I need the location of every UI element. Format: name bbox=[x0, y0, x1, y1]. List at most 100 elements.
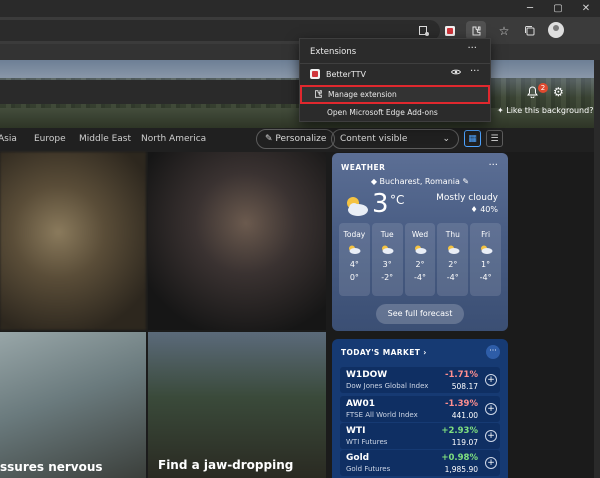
content-visibility-select[interactable]: Content visible ⌄ bbox=[331, 129, 459, 149]
day-high: 2° bbox=[415, 260, 425, 269]
forecast-day[interactable]: Tue 3° -2° bbox=[371, 223, 403, 296]
like-background-link[interactable]: ✦ Like this background? bbox=[497, 106, 593, 115]
market-symbol: W1DOW bbox=[346, 370, 388, 380]
collections-icon[interactable] bbox=[520, 21, 540, 40]
favorites-icon[interactable]: ☆ bbox=[494, 21, 514, 40]
day-name: Tue bbox=[380, 230, 394, 239]
cloud-icon bbox=[480, 245, 493, 254]
manage-extension-button[interactable]: Manage extension bbox=[300, 85, 490, 104]
extension-item-betterttv[interactable]: BetterTTV bbox=[310, 69, 366, 79]
pencil-icon: ✎ bbox=[265, 134, 276, 144]
list-view-icon[interactable]: ☰ bbox=[486, 130, 503, 147]
divider bbox=[300, 63, 490, 64]
cloud-icon bbox=[382, 245, 394, 254]
forecast-day[interactable]: Today 4° 0° bbox=[339, 223, 370, 296]
like-background-label: Like this background? bbox=[506, 106, 594, 115]
temperature-unit[interactable]: °C bbox=[390, 193, 404, 207]
cloud-icon bbox=[349, 245, 361, 254]
profile-avatar[interactable] bbox=[548, 22, 564, 38]
add-watchlist-icon[interactable]: + bbox=[485, 374, 497, 386]
extension-more-button[interactable]: ··· bbox=[470, 66, 480, 77]
maximize-button[interactable]: ▢ bbox=[544, 0, 572, 17]
news-headline[interactable]: ssures nervous bbox=[0, 460, 103, 474]
weather-label: WEATHER bbox=[341, 163, 386, 172]
market-name: Gold Futures bbox=[346, 465, 391, 473]
day-name: Thu bbox=[445, 230, 460, 239]
add-watchlist-icon[interactable]: + bbox=[485, 403, 497, 415]
market-more-button[interactable]: ··· bbox=[486, 345, 500, 359]
browser-window: ─ ▢ ✕ ☆ 2 ⚙ ✦ Like this background? Asia… bbox=[0, 0, 600, 478]
forecast-day[interactable]: Thu 2° -4° bbox=[437, 223, 469, 296]
market-price: 441.00 bbox=[451, 411, 478, 420]
news-tile[interactable] bbox=[0, 332, 146, 478]
extensions-popup: Extensions ··· BetterTTV ··· Manage exte… bbox=[299, 38, 491, 122]
market-row[interactable]: AW01 FTSE All World Index -1.39% 441.00 … bbox=[340, 396, 500, 422]
title-bar: ─ ▢ ✕ bbox=[0, 0, 600, 17]
personalize-button[interactable]: ✎ Personalize bbox=[256, 129, 336, 149]
page-scrollbar[interactable] bbox=[594, 60, 600, 478]
bttv-icon bbox=[310, 69, 320, 79]
market-symbol: Gold bbox=[346, 453, 370, 463]
content-visibility-label: Content visible bbox=[340, 134, 408, 144]
market-symbol: AW01 bbox=[346, 399, 376, 409]
day-low: -2° bbox=[381, 273, 394, 282]
day-high: 1° bbox=[481, 260, 491, 269]
market-row[interactable]: W1DOW Dow Jones Global Index -1.71% 508.… bbox=[340, 367, 500, 393]
cloud-icon bbox=[447, 245, 460, 254]
market-name: WTI Futures bbox=[346, 438, 388, 446]
news-tile[interactable] bbox=[148, 152, 326, 330]
location-pin-icon: ◆ bbox=[370, 177, 380, 186]
market-price: 1,985.90 bbox=[444, 465, 478, 474]
market-symbol: WTI bbox=[346, 426, 366, 436]
forecast-day[interactable]: Fri 1° -4° bbox=[470, 223, 501, 296]
add-watchlist-icon[interactable]: + bbox=[485, 457, 497, 469]
current-temperature: 3 bbox=[372, 189, 389, 219]
day-low: 0° bbox=[349, 273, 359, 282]
day-high: 3° bbox=[382, 260, 392, 269]
close-button[interactable]: ✕ bbox=[572, 0, 600, 17]
edit-icon: ✎ bbox=[459, 177, 470, 186]
day-low: -4° bbox=[414, 273, 426, 282]
weather-card[interactable]: WEATHER ··· ◆ Bucharest, Romania ✎ 3 °C … bbox=[332, 153, 508, 331]
category-middle-east[interactable]: Middle East bbox=[79, 134, 131, 144]
weather-condition: Mostly cloudy bbox=[436, 193, 498, 203]
grid-view-icon[interactable]: ▦ bbox=[464, 130, 481, 147]
minimize-button[interactable]: ─ bbox=[516, 0, 544, 17]
market-title-label: TODAY'S MARKET bbox=[341, 348, 421, 357]
category-asia[interactable]: Asia bbox=[0, 134, 17, 144]
market-change: -1.39% bbox=[444, 399, 478, 409]
news-tile[interactable] bbox=[0, 152, 146, 330]
bell-icon[interactable] bbox=[527, 86, 538, 101]
day-high: 2° bbox=[448, 260, 458, 269]
extensions-popup-title: Extensions bbox=[310, 47, 357, 57]
forecast-days: Today 4° 0° Tue 3° -2° Wed 2° -4° Thu 2° -4° Fri… bbox=[339, 223, 501, 296]
raindrop-icon: ♦ bbox=[470, 205, 481, 214]
day-name: Wed bbox=[411, 230, 429, 239]
news-headline[interactable]: Find a jaw-dropping bbox=[158, 458, 293, 472]
category-europe[interactable]: Europe bbox=[34, 134, 66, 144]
market-row[interactable]: WTI WTI Futures +2.93% 119.07 + bbox=[340, 423, 500, 449]
pin-icon: ✦ bbox=[497, 106, 507, 115]
extension-name: BetterTTV bbox=[326, 69, 366, 79]
personalize-label: Personalize bbox=[275, 134, 327, 144]
partly-cloudy-icon bbox=[347, 197, 368, 216]
notification-badge: 2 bbox=[538, 83, 548, 93]
market-row[interactable]: Gold Gold Futures +0.98% 1,985.90 + bbox=[340, 450, 500, 476]
forecast-day[interactable]: Wed 2° -4° bbox=[404, 223, 436, 296]
market-title[interactable]: TODAY'S MARKET › bbox=[341, 348, 427, 357]
news-tile[interactable] bbox=[148, 332, 326, 478]
precipitation-value: 40% bbox=[480, 205, 498, 214]
weather-location[interactable]: ◆ Bucharest, Romania ✎ bbox=[332, 177, 508, 186]
add-watchlist-icon[interactable]: + bbox=[485, 430, 497, 442]
open-edge-addons-link[interactable]: Open Microsoft Edge Add-ons bbox=[327, 108, 438, 117]
market-change: +0.98% bbox=[441, 453, 478, 463]
category-north-america[interactable]: North America bbox=[141, 134, 206, 144]
eye-icon[interactable] bbox=[450, 68, 462, 79]
gear-icon[interactable]: ⚙ bbox=[553, 85, 564, 99]
chevron-down-icon: ⌄ bbox=[442, 134, 450, 144]
more-icon[interactable]: ··· bbox=[488, 160, 498, 171]
see-full-forecast-button[interactable]: See full forecast bbox=[376, 304, 464, 324]
extensions-more-button[interactable]: ··· bbox=[467, 43, 477, 54]
chevron-right-icon: › bbox=[420, 348, 427, 357]
market-card: TODAY'S MARKET › ··· W1DOW Dow Jones Glo… bbox=[332, 339, 508, 478]
